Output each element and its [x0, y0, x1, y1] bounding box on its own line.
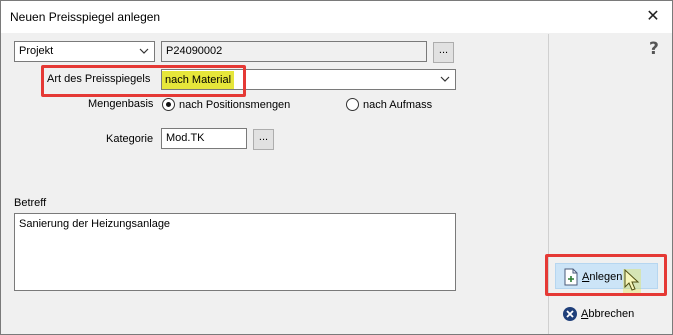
betreff-value: Sanierung der Heizungsanlage	[19, 218, 171, 230]
title-bar: Neuen Preisspiegel anlegen ✕	[1, 1, 672, 33]
help-icon[interactable]: ?	[649, 39, 659, 59]
project-number-value: P24090002	[166, 45, 223, 57]
chevron-down-icon	[440, 76, 450, 82]
radio-aufmass[interactable]	[346, 98, 359, 111]
radio-selected-dot	[166, 102, 171, 107]
source-type-select[interactable]: Projekt	[14, 41, 155, 62]
radio-aufmass-label[interactable]: nach Aufmass	[363, 99, 432, 111]
dialog-window: Neuen Preisspiegel anlegen ✕ Projekt P24…	[0, 0, 673, 335]
radio-positionsmengen[interactable]	[162, 98, 175, 111]
radio-positionsmengen-label[interactable]: nach Positionsmengen	[179, 99, 290, 111]
source-type-value: Projekt	[19, 45, 54, 57]
highlight-box-anlegen	[545, 254, 667, 296]
betreff-label: Betreff	[14, 197, 47, 209]
highlight-box-art	[41, 65, 246, 97]
betreff-textarea[interactable]: Sanierung der Heizungsanlage	[14, 213, 456, 291]
browse-project-button[interactable]: ...	[433, 42, 454, 63]
mengenbasis-label: Mengenbasis	[88, 98, 154, 110]
abbrechen-label: Abbrechen	[581, 308, 635, 320]
kategorie-field[interactable]: Mod.TK	[161, 128, 247, 149]
close-icon[interactable]: ✕	[641, 7, 665, 27]
window-title: Neuen Preisspiegel anlegen	[10, 10, 161, 24]
browse-kategorie-button[interactable]: ...	[253, 129, 274, 150]
cancel-icon	[563, 307, 577, 321]
kategorie-value: Mod.TK	[166, 132, 205, 144]
project-number-field[interactable]: P24090002	[161, 41, 427, 62]
abbrechen-button[interactable]: Abbrechen	[555, 301, 658, 327]
kategorie-label: Kategorie	[106, 133, 154, 145]
chevron-down-icon	[139, 48, 149, 54]
